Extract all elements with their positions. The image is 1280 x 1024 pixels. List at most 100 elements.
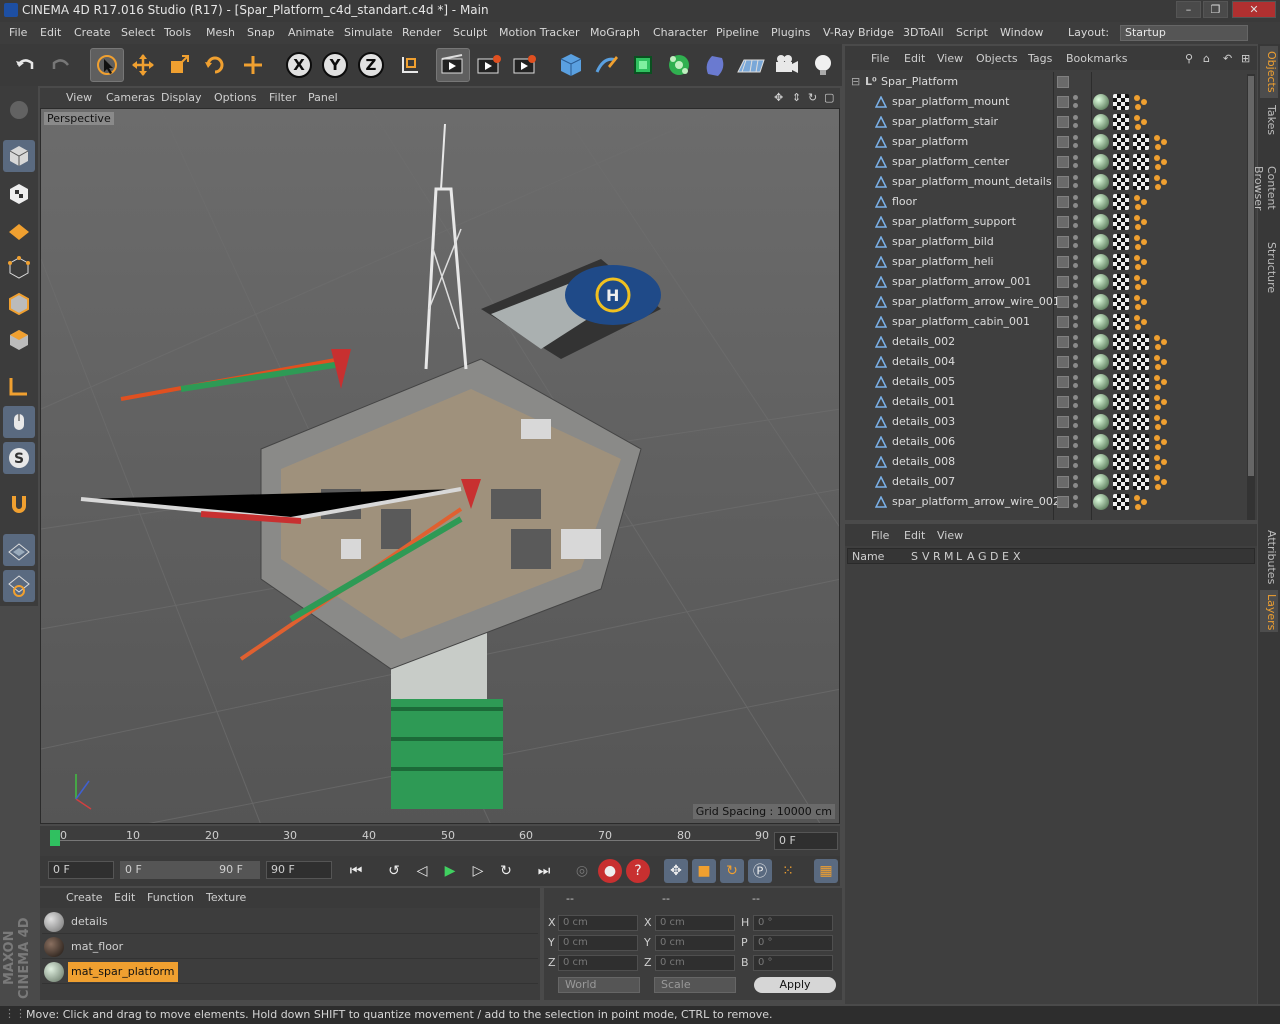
material-menu-edit[interactable]: Edit <box>114 891 135 904</box>
viewport-menu-cameras[interactable]: Cameras <box>106 91 155 104</box>
texture-tag-icon[interactable] <box>1113 354 1129 370</box>
light-object-icon[interactable] <box>806 48 840 82</box>
selection-tag-icon[interactable] <box>1133 274 1149 290</box>
object-row[interactable]: spar_platform_mount_details <box>845 172 1245 192</box>
objects-menu-objects[interactable]: Objects <box>976 52 1018 65</box>
phong-tag-icon[interactable] <box>1093 294 1109 310</box>
selection-tag-icon[interactable] <box>1153 394 1169 410</box>
selection-tag-icon[interactable] <box>1133 194 1149 210</box>
object-row[interactable]: spar_platform_cabin_001 <box>845 312 1245 332</box>
phong-tag-icon[interactable] <box>1093 214 1109 230</box>
menu-3dtoall[interactable]: 3DToAll <box>903 26 944 39</box>
viewport-menu-panel[interactable]: Panel <box>308 91 338 104</box>
material-menu-function[interactable]: Function <box>147 891 194 904</box>
phong-tag-icon[interactable] <box>1093 174 1109 190</box>
object-row[interactable]: spar_platform_mount <box>845 92 1245 112</box>
render-view-icon[interactable] <box>436 48 470 82</box>
texture-tag-icon[interactable] <box>1133 174 1149 190</box>
selection-tag-icon[interactable] <box>1153 474 1169 490</box>
render-visibility-dots[interactable] <box>1073 215 1079 229</box>
render-visibility-dots[interactable] <box>1073 435 1079 449</box>
layers-menu-edit[interactable]: Edit <box>904 529 925 542</box>
search-icon[interactable]: ⚲ <box>1185 52 1193 65</box>
selection-tag-icon[interactable] <box>1153 354 1169 370</box>
texture-tag-icon[interactable] <box>1133 134 1149 150</box>
texture-tag-icon[interactable] <box>1133 354 1149 370</box>
objects-menu-file[interactable]: File <box>871 52 889 65</box>
selection-tag-icon[interactable] <box>1133 234 1149 250</box>
selection-tag-icon[interactable] <box>1133 314 1149 330</box>
texture-tag-icon[interactable] <box>1113 274 1129 290</box>
coord-scale-dropdown[interactable]: Scale <box>654 977 736 993</box>
render-visibility-dots[interactable] <box>1073 395 1079 409</box>
selection-tag-icon[interactable] <box>1153 374 1169 390</box>
maximize-button[interactable]: ❐ <box>1203 1 1228 18</box>
coord-mode-dropdown[interactable]: World <box>558 977 640 993</box>
timeline-current-frame-field[interactable]: 0 F <box>774 832 838 850</box>
edges-mode-icon[interactable] <box>3 288 35 320</box>
visibility-toggle[interactable] <box>1057 416 1069 428</box>
objects-menu-view[interactable]: View <box>937 52 963 65</box>
preview-range-slider[interactable]: 0 F 90 F <box>120 861 260 879</box>
menu-window[interactable]: Window <box>1000 26 1043 39</box>
position-y-field[interactable]: 0 cm <box>558 935 638 951</box>
menu-select[interactable]: Select <box>121 26 155 39</box>
menu-sculpt[interactable]: Sculpt <box>453 26 487 39</box>
visibility-toggle[interactable] <box>1057 356 1069 368</box>
object-row[interactable]: details_008 <box>845 452 1245 472</box>
object-row[interactable]: details_001 <box>845 392 1245 412</box>
phong-tag-icon[interactable] <box>1093 254 1109 270</box>
render-visibility-dots[interactable] <box>1073 95 1079 109</box>
move-tool-icon[interactable] <box>126 48 160 82</box>
texture-tag-icon[interactable] <box>1113 474 1129 490</box>
record-keys-icon[interactable]: ◎ <box>570 859 594 883</box>
visibility-toggle[interactable] <box>1057 296 1069 308</box>
layers-menu-view[interactable]: View <box>937 529 963 542</box>
y-axis-lock[interactable]: Y <box>318 48 352 82</box>
new-panel-icon[interactable]: ⊞ <box>1241 52 1250 65</box>
viewport-menu-view[interactable]: View <box>66 91 92 104</box>
menu-plugins[interactable]: Plugins <box>771 26 810 39</box>
rotation-p-field[interactable]: 0 ° <box>753 935 833 951</box>
visibility-toggle[interactable] <box>1057 436 1069 448</box>
material-menu-create[interactable]: Create <box>66 891 103 904</box>
next-key-icon[interactable]: ↻ <box>494 859 518 883</box>
texture-tag-icon[interactable] <box>1113 134 1129 150</box>
back-icon[interactable]: ↶ <box>1223 52 1232 65</box>
phong-tag-icon[interactable] <box>1093 454 1109 470</box>
texture-tag-icon[interactable] <box>1113 254 1129 270</box>
menu-mesh[interactable]: Mesh <box>206 26 235 39</box>
go-to-end-icon[interactable]: ⏭ <box>532 859 556 883</box>
render-visibility-dots[interactable] <box>1073 475 1079 489</box>
record-pla-icon[interactable]: ⁙ <box>776 859 800 883</box>
layers-menu-file[interactable]: File <box>871 529 889 542</box>
current-frame-field[interactable]: 0 F <box>48 861 114 879</box>
selection-tag-icon[interactable] <box>1133 214 1149 230</box>
object-list-scrollbar[interactable] <box>1247 74 1255 520</box>
keyframe-selection-icon[interactable]: ? <box>626 859 650 883</box>
visibility-toggle[interactable] <box>1057 376 1069 388</box>
object-row[interactable]: spar_platform_stair <box>845 112 1245 132</box>
texture-tag-icon[interactable] <box>1113 114 1129 130</box>
workplane-mode-icon[interactable] <box>3 214 35 246</box>
texture-tag-icon[interactable] <box>1113 174 1129 190</box>
phong-tag-icon[interactable] <box>1093 474 1109 490</box>
objects-menu-edit[interactable]: Edit <box>904 52 925 65</box>
render-visibility-dots[interactable] <box>1073 295 1079 309</box>
texture-tag-icon[interactable] <box>1113 94 1129 110</box>
enable-axis-icon[interactable] <box>3 370 35 402</box>
points-mode-icon[interactable] <box>3 252 35 284</box>
menu-render[interactable]: Render <box>402 26 441 39</box>
phong-tag-icon[interactable] <box>1093 354 1109 370</box>
menu-pipeline[interactable]: Pipeline <box>716 26 759 39</box>
render-visibility-dots[interactable] <box>1073 355 1079 369</box>
x-axis-lock[interactable]: X <box>282 48 316 82</box>
scheme-settings-icon[interactable]: ▦ <box>814 859 838 883</box>
menu-tools[interactable]: Tools <box>164 26 191 39</box>
texture-tag-icon[interactable] <box>1113 494 1129 510</box>
record-scale-icon[interactable]: ■ <box>692 859 716 883</box>
texture-tag-icon[interactable] <box>1113 334 1129 350</box>
home-icon[interactable]: ⌂ <box>1203 52 1210 65</box>
position-x-field[interactable]: 0 cm <box>558 915 638 931</box>
visibility-toggle[interactable] <box>1057 116 1069 128</box>
